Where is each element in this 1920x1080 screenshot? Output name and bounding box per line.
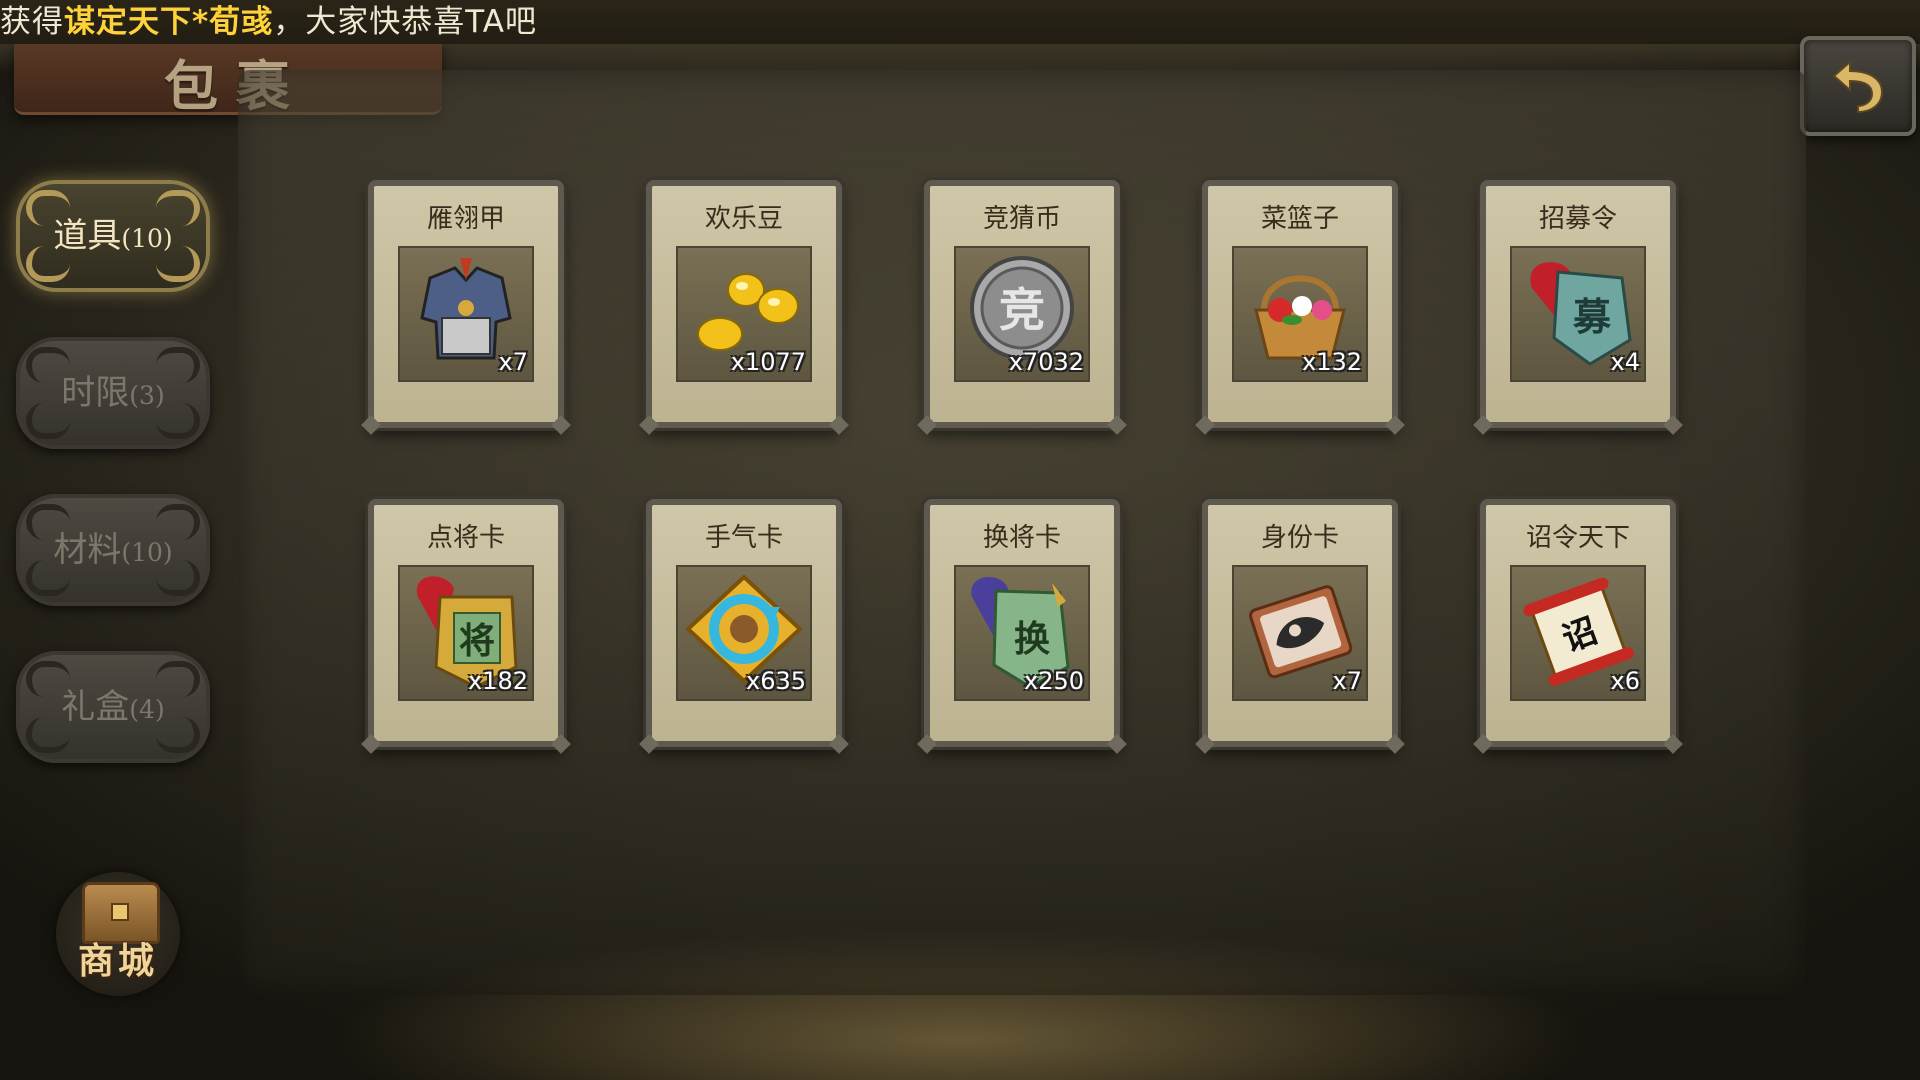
item-card-identity[interactable]: 身份卡 x7 (1202, 499, 1398, 747)
item-icon-frame: x132 (1232, 246, 1368, 382)
item-icon-frame: 诏 x6 (1510, 565, 1646, 701)
item-icon-frame: x7 (398, 246, 534, 382)
swap-glyph: 换 (1014, 619, 1050, 660)
item-card-basket[interactable]: 菜篮子 x132 (1202, 180, 1398, 428)
item-name: 竞猜币 (982, 204, 1061, 234)
back-button[interactable] (1800, 36, 1916, 136)
tab-count: (4) (129, 695, 165, 724)
shop-label: 商城 (77, 940, 158, 982)
announcement-marquee: 获得谋定天下*荀彧，大家快恭喜TA吧 (0, 0, 1920, 44)
marquee-highlight: 谋定天下*荀彧 (64, 4, 274, 40)
item-name: 诏令天下 (1525, 523, 1630, 553)
tab-count: (3) (129, 381, 165, 410)
item-card-edict[interactable]: 诏令天下 诏 x6 (1480, 499, 1676, 747)
item-card-armor[interactable]: 雁翎甲 x7 (368, 180, 564, 428)
tab-count: (10) (121, 224, 173, 253)
item-name: 菜篮子 (1260, 204, 1339, 234)
tab-label: 材料(10) (16, 494, 210, 606)
item-name: 换将卡 (982, 523, 1061, 553)
item-name: 雁翎甲 (426, 204, 505, 234)
tab-label-text: 材料 (53, 530, 122, 570)
tab-label-text: 道具 (53, 216, 122, 256)
item-name: 招募令 (1538, 204, 1617, 234)
item-quantity: x635 (745, 667, 806, 695)
tab-props[interactable]: 道具(10) (16, 180, 210, 292)
item-icon-frame: x1077 (676, 246, 812, 382)
item-icon-frame: x635 (676, 565, 812, 701)
coin-glyph: 竞 (999, 283, 1045, 337)
item-quantity: x4 (1610, 348, 1640, 376)
item-icon-frame: 竞 x7032 (954, 246, 1090, 382)
item-card-luck[interactable]: 手气卡 x635 (646, 499, 842, 747)
item-name: 身份卡 (1260, 523, 1339, 553)
tab-materials[interactable]: 材料(10) (16, 494, 210, 606)
item-card-swap[interactable]: 换将卡 换 x250 (924, 499, 1120, 747)
item-icon-frame: 将 x182 (398, 565, 534, 701)
item-card-general[interactable]: 点将卡 将 x182 (368, 499, 564, 747)
tab-label: 时限(3) (16, 337, 210, 449)
back-arrow-icon (1832, 59, 1884, 114)
item-card-beans[interactable]: 欢乐豆 x1077 (646, 180, 842, 428)
tab-label-text: 时限 (61, 373, 130, 413)
item-icon-frame: 换 x250 (954, 565, 1090, 701)
inventory-screen: 包裹 获得谋定天下*荀彧，大家快恭喜TA吧 道具(10) 时限(3) 材料(10… (0, 0, 1920, 1080)
tab-timed[interactable]: 时限(3) (16, 337, 210, 449)
item-icon-frame: 募 x4 (1510, 246, 1646, 382)
item-name: 点将卡 (426, 523, 505, 553)
tab-count: (10) (121, 538, 173, 567)
item-name: 欢乐豆 (704, 204, 783, 234)
tab-label: 礼盒(4) (16, 651, 210, 763)
token-glyph: 募 (1573, 295, 1612, 339)
item-quantity: x7 (1332, 667, 1362, 695)
item-name: 手气卡 (704, 523, 783, 553)
item-quantity: x250 (1023, 667, 1084, 695)
tab-label: 道具(10) (16, 180, 210, 292)
item-quantity: x6 (1610, 667, 1640, 695)
shop-button[interactable]: 商城 (56, 872, 180, 996)
item-quantity: x182 (467, 667, 528, 695)
item-icon-frame: x7 (1232, 565, 1368, 701)
item-quantity: x1077 (730, 348, 806, 376)
general-glyph: 将 (459, 621, 495, 662)
tab-gift-boxes[interactable]: 礼盒(4) (16, 651, 210, 763)
tab-label-text: 礼盒 (61, 687, 130, 727)
item-quantity: x7 (498, 348, 528, 376)
item-card-recruit[interactable]: 招募令 募 x4 (1480, 180, 1676, 428)
marquee-suffix: ，大家快恭喜TA吧 (273, 4, 537, 40)
item-card-coin[interactable]: 竞猜币 竞 x7032 (924, 180, 1120, 428)
item-quantity: x132 (1301, 348, 1362, 376)
item-quantity: x7032 (1008, 348, 1084, 376)
marquee-prefix: 获得 (0, 4, 64, 40)
